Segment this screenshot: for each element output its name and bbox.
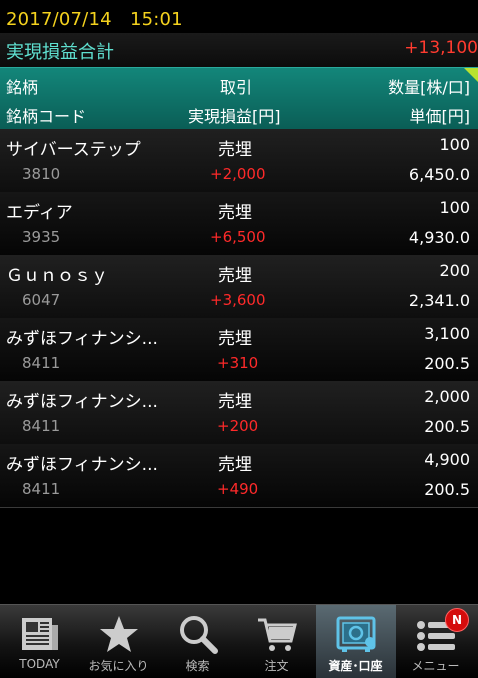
header-trade: 取引 [220, 78, 253, 97]
stock-code: 3810 [22, 165, 61, 183]
unit-price: 6,450.0 [408, 165, 470, 184]
tab-order[interactable]: 注文 [237, 605, 316, 678]
unit-price: 2,341.0 [408, 291, 470, 310]
cart-icon [258, 618, 297, 651]
trade-type: 売埋 [218, 203, 252, 223]
table-row[interactable]: みずほフィナンシ... 売埋 3,100 8411 +310 200.5 [0, 318, 478, 382]
realized-pl: +310 [217, 354, 259, 372]
table-row[interactable]: みずほフィナンシ... 売埋 2,000 8411 +200 200.5 [0, 381, 478, 445]
stock-name: サイバーステップ [6, 140, 141, 160]
unit-price: 200.5 [424, 417, 470, 436]
stock-code: 6047 [22, 291, 61, 309]
realized-pl: +490 [217, 480, 259, 498]
quantity: 3,100 [424, 324, 470, 343]
tab-label: 注文 [264, 659, 289, 673]
stock-code: 8411 [22, 354, 61, 372]
bottom-tab-bar: TODAY お気に入り 検索 注文 資産･口座 N メニュー [0, 604, 478, 678]
star-icon [100, 616, 138, 652]
tab-menu[interactable]: N メニュー [396, 605, 478, 678]
realized-pl: +200 [217, 417, 259, 435]
trade-type: 売埋 [218, 392, 252, 412]
trade-type: 売埋 [218, 140, 252, 160]
quantity: 100 [439, 198, 470, 217]
header-code: 銘柄コード [6, 107, 87, 126]
stock-code: 8411 [22, 480, 61, 498]
table-row[interactable]: みずほフィナンシ... 売埋 4,900 8411 +490 200.5 [0, 444, 478, 508]
trade-type: 売埋 [218, 329, 252, 349]
datetime: 2017/07/14 15:01 [6, 9, 183, 30]
realized-pl: +2,000 [210, 165, 266, 183]
tab-label: 資産･口座 [328, 659, 383, 673]
tab-favorites[interactable]: お気に入り [79, 605, 158, 678]
tab-label: メニュー [411, 659, 460, 673]
stock-name: エディア [6, 203, 73, 223]
summary-label: 実現損益合計 [6, 42, 114, 63]
header-name: 銘柄 [6, 78, 39, 97]
datetime-bar: 2017/07/14 15:01 [0, 0, 478, 33]
tab-label: TODAY [19, 657, 60, 671]
header-quantity: 数量[株/口] [388, 78, 470, 97]
unit-price: 200.5 [424, 354, 470, 373]
stock-code: 3935 [22, 228, 61, 246]
summary-value: +13,100 [404, 38, 478, 58]
quantity: 200 [439, 261, 470, 280]
stock-code: 8411 [22, 417, 61, 435]
quantity: 4,900 [424, 450, 470, 469]
tab-label: 検索 [185, 659, 210, 673]
table-row[interactable]: エディア 売埋 100 3935 +6,500 4,930.0 [0, 192, 478, 256]
stock-name: Ｇｕｎｏｓｙ [6, 266, 108, 286]
realized-pl-summary: 実現損益合計 +13,100 [0, 33, 478, 67]
table-header: 銘柄 取引 数量[株/口] 銘柄コード 実現損益[円] 単価[円] [0, 67, 478, 130]
stock-name: みずほフィナンシ... [6, 329, 158, 349]
safe-icon [336, 616, 376, 652]
newspaper-icon [22, 618, 58, 650]
header-unit-price: 単価[円] [409, 107, 471, 126]
notification-badge: N [445, 608, 469, 632]
stock-name: みずほフィナンシ... [6, 392, 158, 412]
trade-type: 売埋 [218, 455, 252, 475]
tab-assets-account[interactable]: 資産･口座 [316, 605, 396, 678]
search-icon [180, 616, 218, 654]
quantity: 100 [439, 135, 470, 154]
unit-price: 4,930.0 [408, 228, 470, 247]
table-row[interactable]: Ｇｕｎｏｓｙ 売埋 200 6047 +3,600 2,341.0 [0, 255, 478, 319]
stock-name: みずほフィナンシ... [6, 455, 158, 475]
unit-price: 200.5 [424, 480, 470, 499]
trade-type: 売埋 [218, 266, 252, 286]
tab-today[interactable]: TODAY [0, 605, 79, 678]
realized-pl: +3,600 [210, 291, 266, 309]
quantity: 2,000 [424, 387, 470, 406]
tab-search[interactable]: 検索 [158, 605, 237, 678]
realized-pl: +6,500 [210, 228, 266, 246]
header-realized-pl: 実現損益[円] [188, 107, 281, 126]
tab-label: お気に入り [88, 659, 149, 673]
table-row[interactable]: サイバーステップ 売埋 100 3810 +2,000 6,450.0 [0, 129, 478, 193]
